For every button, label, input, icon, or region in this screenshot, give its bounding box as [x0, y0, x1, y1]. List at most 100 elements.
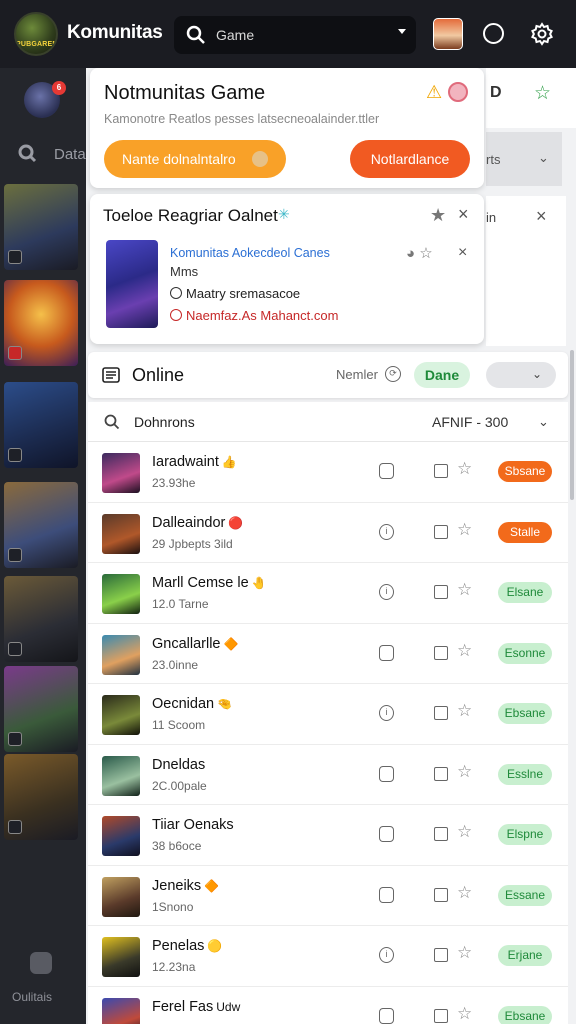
- right-filter[interactable]: rts ⌄: [486, 132, 562, 186]
- list-item[interactable]: Marll Cemse le 🤚 12.0 Tarne i ☆ Elsane: [88, 563, 568, 624]
- chevron-down-icon[interactable]: ⌄: [538, 414, 549, 430]
- scrollbar[interactable]: [570, 350, 574, 500]
- search-icon: [186, 25, 205, 44]
- mini-badge: [8, 820, 22, 834]
- rail-game-thumb[interactable]: [4, 576, 78, 662]
- message-icon[interactable]: [379, 1007, 394, 1024]
- d-button[interactable]: D: [490, 84, 502, 102]
- star-icon[interactable]: ☆: [534, 82, 551, 105]
- online-dropdown[interactable]: ⌄: [486, 362, 556, 388]
- star-icon[interactable]: ☆: [457, 580, 472, 600]
- list-item[interactable]: Jeneiks 🔶 1Snono ☆ Essane: [88, 866, 568, 926]
- status-badge[interactable]: Elspne: [498, 824, 552, 845]
- info-icon[interactable]: ⟳: [385, 366, 401, 382]
- row-checkbox[interactable]: [434, 585, 448, 599]
- info-icon[interactable]: i: [379, 705, 394, 721]
- row-checkbox[interactable]: [434, 706, 448, 720]
- circle-icon[interactable]: [483, 23, 504, 44]
- star-icon[interactable]: ☆: [457, 1004, 472, 1024]
- row-checkbox[interactable]: [434, 948, 448, 962]
- status-badge[interactable]: Erjane: [498, 945, 552, 966]
- notification-button[interactable]: Notlardlance: [350, 140, 470, 178]
- list-item[interactable]: Dalleaindor 🔴 29 Jpbepts 3ild i ☆ Stalle: [88, 503, 568, 563]
- option-radio-1[interactable]: Maatry sremasacoe: [170, 286, 300, 301]
- row-checkbox[interactable]: [434, 827, 448, 841]
- message-icon[interactable]: [379, 644, 394, 661]
- info-icon[interactable]: i: [379, 947, 394, 963]
- member-avatar: [102, 574, 140, 614]
- star-icon[interactable]: ☆: [457, 883, 472, 903]
- status-badge[interactable]: Stalle: [498, 521, 552, 543]
- rail-game-thumb[interactable]: [4, 482, 78, 568]
- member-subtitle: 23.0inne: [152, 657, 199, 672]
- primary-action-button[interactable]: Nante dolnalntalro: [104, 140, 286, 178]
- list-item[interactable]: Tiiar Oenaks 38 b6oce ☆ Elspne: [88, 805, 568, 866]
- done-button[interactable]: Dane: [414, 362, 470, 388]
- member-subtitle: 1Snono: [152, 899, 194, 914]
- chevron-down-icon[interactable]: [398, 29, 406, 34]
- rail-game-thumb[interactable]: [4, 280, 78, 366]
- close-icon[interactable]: ×: [536, 206, 547, 227]
- rail-game-thumb[interactable]: [4, 666, 78, 752]
- search-icon[interactable]: [18, 144, 38, 164]
- user-avatar[interactable]: [433, 18, 463, 50]
- member-name: Dneldas: [152, 756, 206, 773]
- chevron-down-icon: ⌄: [538, 150, 549, 165]
- info-icon[interactable]: i: [379, 584, 394, 600]
- list-item[interactable]: Penelas 🟡 12.23na i ☆ Erjane: [88, 926, 568, 987]
- status-badge[interactable]: Essane: [498, 884, 552, 906]
- status-badge[interactable]: Sbsane: [498, 461, 552, 482]
- search-input[interactable]: Game: [174, 16, 416, 54]
- status-badge[interactable]: Elsane: [498, 582, 552, 603]
- app-logo[interactable]: PUBGARENA: [14, 12, 58, 56]
- row-checkbox[interactable]: [434, 1008, 448, 1023]
- list-item[interactable]: Ferel Fas Udw ☆ Ebsane: [88, 987, 568, 1024]
- status-badge[interactable]: Esslne: [498, 763, 552, 785]
- star-icon[interactable]: ☆: [457, 762, 472, 782]
- row-checkbox[interactable]: [434, 645, 448, 660]
- chevron-down-icon: ⌄: [531, 367, 542, 381]
- star-icon[interactable]: ★: [430, 205, 446, 226]
- close-icon[interactable]: ×: [458, 244, 467, 262]
- rail-game-thumb[interactable]: [4, 382, 78, 468]
- row-checkbox[interactable]: [434, 887, 448, 902]
- list-item[interactable]: Oecnidan 🤏 11 Scoom i ☆ Ebsane: [88, 684, 568, 745]
- community-icon[interactable]: [30, 952, 52, 974]
- list-item[interactable]: Iaradwaint 👍 23.93he ☆ Sbsane: [88, 442, 568, 503]
- list-item[interactable]: Dneldas 2C.00pale ☆ Esslne: [88, 745, 568, 805]
- message-icon[interactable]: [379, 765, 394, 782]
- row-checkbox[interactable]: [434, 766, 448, 781]
- search-icon[interactable]: [104, 414, 120, 430]
- star-icon[interactable]: ☆: [457, 459, 472, 479]
- star-icon[interactable]: ☆: [457, 641, 472, 661]
- rail-game-thumb[interactable]: [4, 184, 78, 270]
- game-name-link[interactable]: Komunitas Aokecdeol Canes: [170, 246, 330, 260]
- star-icon[interactable]: ☆: [457, 701, 472, 721]
- search-value: Game: [216, 27, 255, 43]
- status-badge[interactable]: Ebsane: [498, 1005, 552, 1024]
- star-icon[interactable]: ☆: [457, 520, 472, 540]
- app-title: Komunitas: [67, 22, 163, 43]
- range-label[interactable]: AFNIF - 300: [432, 414, 508, 430]
- gear-icon[interactable]: [529, 21, 555, 47]
- star-icon[interactable]: ☆: [457, 943, 472, 963]
- member-avatar: [102, 755, 140, 796]
- game-action-icons[interactable]: ◕ ☆: [406, 244, 433, 262]
- star-icon[interactable]: ☆: [457, 822, 472, 842]
- info-icon[interactable]: i: [379, 523, 394, 540]
- close-icon[interactable]: ×: [458, 204, 469, 225]
- status-badge[interactable]: Esonne: [498, 642, 552, 664]
- message-icon[interactable]: [379, 463, 394, 479]
- message-icon[interactable]: [379, 886, 394, 903]
- status-badge[interactable]: Ebsane: [498, 703, 552, 724]
- member-avatar: [102, 997, 140, 1024]
- community-popup: Notmunitas Game ⚠ Kamonotre Reatlos pess…: [90, 68, 484, 188]
- list-item[interactable]: Gncallarlle 🔶 23.0inne ☆ Esonne: [88, 624, 568, 684]
- row-checkbox[interactable]: [434, 524, 448, 539]
- member-list: Dohnrons AFNIF - 300 ⌄ Iaradwaint 👍 23.93h…: [88, 402, 568, 1024]
- member-subtitle: 23.93he: [152, 476, 196, 490]
- message-icon[interactable]: [379, 826, 394, 842]
- rail-game-thumb[interactable]: [4, 754, 78, 840]
- row-checkbox[interactable]: [434, 464, 448, 478]
- option-radio-2[interactable]: Naemfaz.As Mahanct.com: [170, 308, 338, 323]
